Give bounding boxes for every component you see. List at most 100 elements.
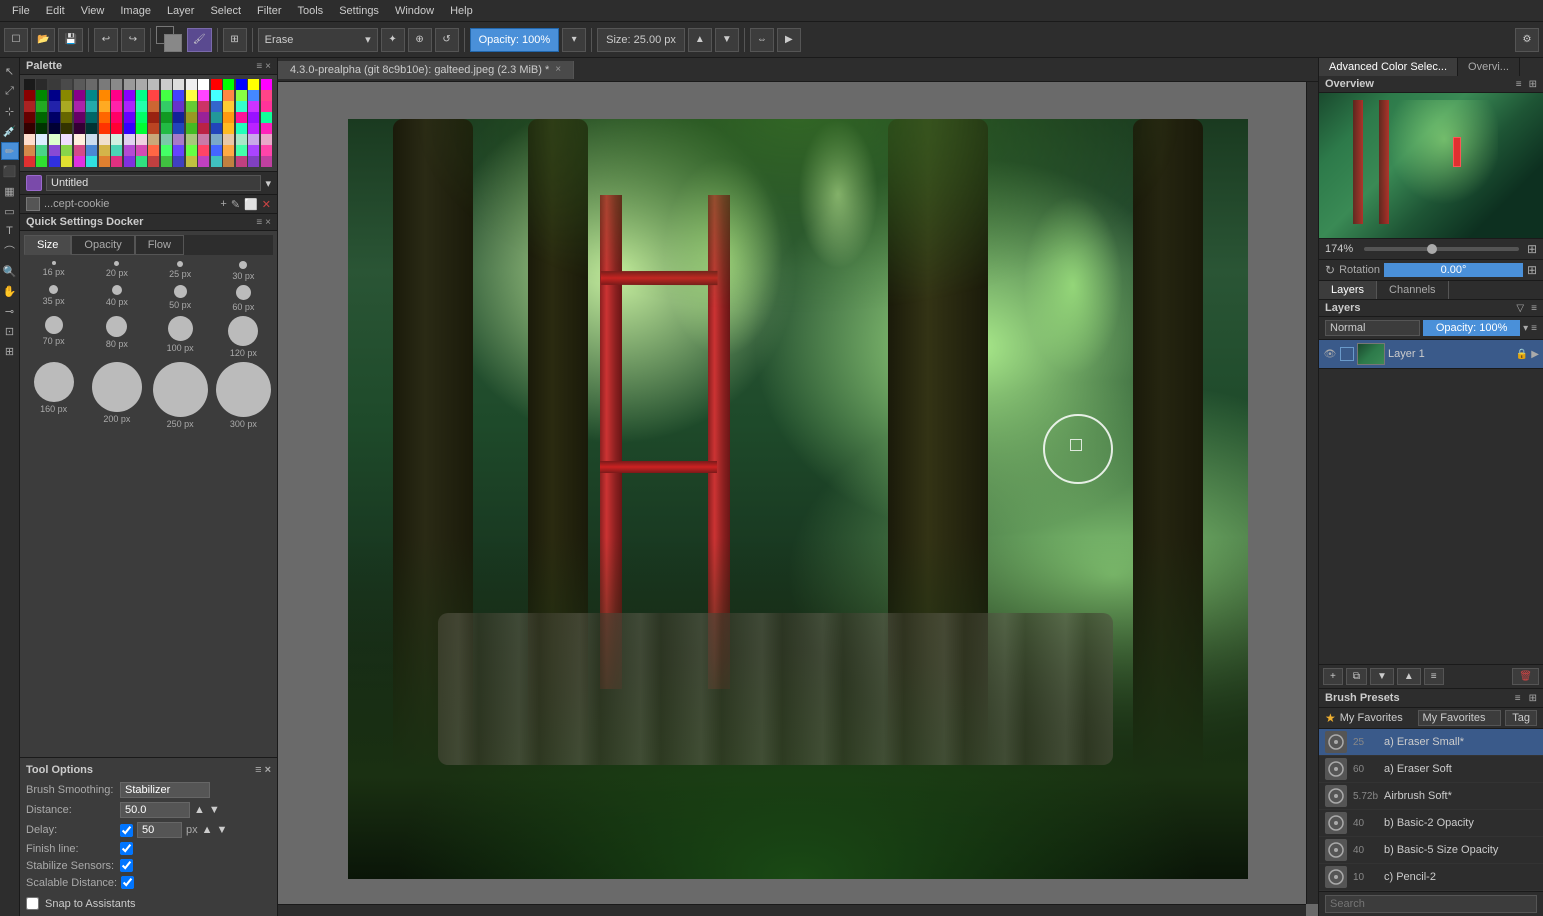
layer-row-1[interactable]: 👁 Layer 1 🔒 ▶	[1319, 340, 1543, 369]
layers-options-btn[interactable]: ≡	[1531, 323, 1537, 334]
merge-layer-btn[interactable]: ≡	[1424, 668, 1444, 685]
to-menu-btn[interactable]: ≡	[255, 764, 261, 776]
palette-color-cell[interactable]	[124, 123, 135, 134]
vertical-scrollbar[interactable]	[1306, 82, 1318, 904]
qs-tab-opacity[interactable]: Opacity	[71, 235, 134, 255]
palette-color-cell[interactable]	[124, 134, 135, 145]
delay-input[interactable]	[137, 822, 182, 838]
palette-color-cell[interactable]	[74, 134, 85, 145]
qs-tab-size[interactable]: Size	[24, 235, 71, 255]
tab-layers[interactable]: Layers	[1319, 281, 1377, 299]
palette-color-cell[interactable]	[211, 112, 222, 123]
brush-size-item[interactable]: 60 px	[214, 285, 273, 312]
add-layer-btn[interactable]: +	[1323, 668, 1343, 685]
palette-color-cell[interactable]	[24, 101, 35, 112]
palette-color-cell[interactable]	[99, 134, 110, 145]
palette-color-cell[interactable]	[211, 101, 222, 112]
menu-item-tools[interactable]: Tools	[290, 0, 332, 21]
size-display[interactable]: Size: 25.00 px	[597, 28, 685, 52]
brush-size-item[interactable]: 35 px	[24, 285, 83, 312]
palette-color-cell[interactable]	[261, 101, 272, 112]
background-color[interactable]	[164, 34, 182, 52]
distance-input[interactable]	[120, 802, 190, 818]
palette-color-cell[interactable]	[86, 123, 97, 134]
palette-color-cell[interactable]	[99, 101, 110, 112]
palette-color-cell[interactable]	[61, 134, 72, 145]
palette-color-cell[interactable]	[236, 90, 247, 101]
delay-down-btn[interactable]: ▼	[217, 824, 228, 836]
palette-color-cell[interactable]	[111, 123, 122, 134]
palette-color-cell[interactable]	[161, 90, 172, 101]
mirror-v-button[interactable]: ▶	[777, 28, 801, 52]
palette-color-cell[interactable]	[161, 112, 172, 123]
menu-item-edit[interactable]: Edit	[38, 0, 73, 21]
palette-color-cell[interactable]	[24, 79, 35, 90]
palette-color-cell[interactable]	[99, 112, 110, 123]
zoom-expand-btn[interactable]: ⊞	[1527, 242, 1537, 256]
palette-color-cell[interactable]	[111, 90, 122, 101]
palette-color-cell[interactable]	[99, 79, 110, 90]
scalable-distance-checkbox[interactable]	[121, 876, 134, 889]
palette-color-cell[interactable]	[248, 145, 259, 156]
canvas-tab-close-btn[interactable]: ×	[555, 64, 561, 75]
palette-color-cell[interactable]	[86, 90, 97, 101]
palette-color-cell[interactable]	[49, 112, 60, 123]
palette-color-cell[interactable]	[136, 101, 147, 112]
palette-color-cell[interactable]	[49, 101, 60, 112]
palette-color-cell[interactable]	[173, 90, 184, 101]
palette-color-cell[interactable]	[211, 156, 222, 167]
palette-color-cell[interactable]	[261, 123, 272, 134]
to-close-btn[interactable]: ×	[265, 764, 271, 776]
palette-color-cell[interactable]	[61, 79, 72, 90]
brush-size-item[interactable]: 120 px	[214, 316, 273, 358]
overview-expand-btn[interactable]: ⊞	[1529, 79, 1537, 90]
palette-color-cell[interactable]	[186, 134, 197, 145]
menu-item-filter[interactable]: Filter	[249, 0, 289, 21]
palette-color-cell[interactable]	[161, 134, 172, 145]
palette-color-cell[interactable]	[148, 112, 159, 123]
layers-menu-btn[interactable]: ≡	[1531, 303, 1537, 314]
palette-color-cell[interactable]	[261, 112, 272, 123]
palette-color-cell[interactable]	[49, 156, 60, 167]
palette-color-cell[interactable]	[186, 112, 197, 123]
tool-assistant[interactable]: ⊞	[1, 342, 19, 360]
brush-preset-item[interactable]: 10c) Pencil-2	[1319, 864, 1543, 891]
brush-size-item[interactable]: 25 px	[151, 261, 210, 281]
palette-color-cell[interactable]	[223, 123, 234, 134]
brush-size-item[interactable]: 80 px	[87, 316, 146, 358]
palette-color-cell[interactable]	[261, 156, 272, 167]
tool-vector[interactable]: ⌒	[1, 242, 19, 260]
mirror-h-button[interactable]: ⇔	[750, 28, 774, 52]
opacity-button[interactable]: Opacity: 100%	[470, 28, 560, 52]
palette-color-cell[interactable]	[161, 156, 172, 167]
brush-size-item[interactable]: 300 px	[214, 362, 273, 429]
palette-color-cell[interactable]	[36, 145, 47, 156]
palette-color-cell[interactable]	[198, 79, 209, 90]
brush-smoothing-select[interactable]: Stabilizer Basic Weighted	[120, 782, 210, 798]
palette-color-cell[interactable]	[24, 134, 35, 145]
layer-expand-btn[interactable]: ▶	[1531, 349, 1539, 360]
palette-color-cell[interactable]	[111, 101, 122, 112]
palette-color-cell[interactable]	[136, 134, 147, 145]
horizontal-scrollbar[interactable]	[278, 904, 1306, 916]
palette-color-cell[interactable]	[223, 145, 234, 156]
palette-color-cell[interactable]	[124, 145, 135, 156]
bp-search-input[interactable]	[1325, 895, 1537, 913]
menu-item-view[interactable]: View	[73, 0, 113, 21]
move-layer-down-btn[interactable]: ▼	[1370, 668, 1394, 685]
menu-item-layer[interactable]: Layer	[159, 0, 203, 21]
palette-color-cell[interactable]	[198, 156, 209, 167]
palette-color-cell[interactable]	[148, 123, 159, 134]
brush-size-item[interactable]: 40 px	[87, 285, 146, 312]
menu-item-settings[interactable]: Settings	[331, 0, 387, 21]
palette-color-cell[interactable]	[74, 123, 85, 134]
palette-color-cell[interactable]	[124, 112, 135, 123]
move-layer-up-btn[interactable]: ▲	[1397, 668, 1421, 685]
palette-color-cell[interactable]	[36, 112, 47, 123]
rotation-value[interactable]: 0.00°	[1384, 263, 1523, 277]
palette-color-cell[interactable]	[173, 156, 184, 167]
palette-color-cell[interactable]	[36, 134, 47, 145]
palette-color-cell[interactable]	[86, 112, 97, 123]
blend-mode-select[interactable]: Normal Multiply Screen Overlay	[1325, 320, 1420, 336]
erase-option-3[interactable]: ↺	[435, 28, 459, 52]
